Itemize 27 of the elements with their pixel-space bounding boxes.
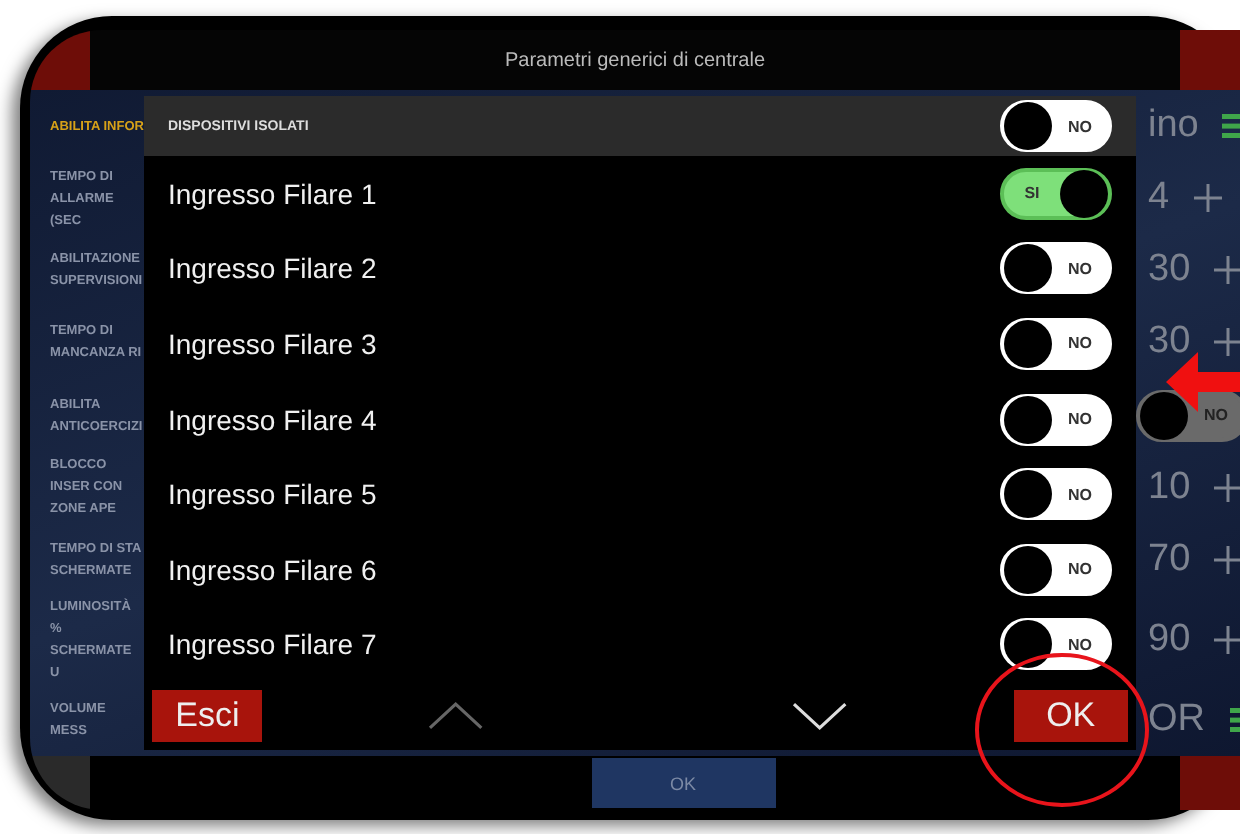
ok-button[interactable]: OK bbox=[1013, 690, 1128, 743]
device-label: Ingresso Filare 2 bbox=[168, 252, 377, 285]
toggle-switch[interactable]: NO bbox=[1000, 100, 1112, 152]
toggle-switch[interactable]: NO bbox=[1000, 543, 1112, 596]
device-label: Ingresso Filare 6 bbox=[168, 553, 377, 586]
setting-value: ino bbox=[1148, 104, 1199, 149]
device-label: Ingresso Filare 1 bbox=[168, 177, 377, 210]
toggle-switch[interactable]: NO bbox=[1000, 393, 1112, 446]
setting-value: 10 bbox=[1148, 465, 1191, 510]
device-label: Ingresso Filare 7 bbox=[168, 628, 377, 661]
setting-value: 30 bbox=[1148, 248, 1191, 293]
setting-value: 90 bbox=[1148, 617, 1191, 662]
setting-value: 70 bbox=[1148, 537, 1191, 582]
device-label: Ingresso Filare 5 bbox=[168, 478, 377, 511]
window-title: Parametri generici di centrale bbox=[504, 49, 766, 71]
setting-value: 30 bbox=[1148, 320, 1191, 365]
toggle-switch[interactable]: NO bbox=[1000, 242, 1112, 295]
cancel-button[interactable]: Esci bbox=[152, 690, 263, 743]
ok-button[interactable]: OK bbox=[591, 758, 775, 808]
toggle-switch[interactable]: SI bbox=[1000, 167, 1112, 220]
setting-value: 4 bbox=[1148, 176, 1170, 221]
setting-value: OR bbox=[1148, 697, 1205, 742]
device-label: Ingresso Filare 4 bbox=[168, 403, 377, 436]
device-label: Ingresso Filare 3 bbox=[168, 327, 377, 360]
toggle-switch[interactable]: NO bbox=[1000, 468, 1112, 521]
toggle-switch[interactable]: NO bbox=[1000, 618, 1112, 671]
toggle-switch[interactable]: NO bbox=[1000, 317, 1112, 370]
